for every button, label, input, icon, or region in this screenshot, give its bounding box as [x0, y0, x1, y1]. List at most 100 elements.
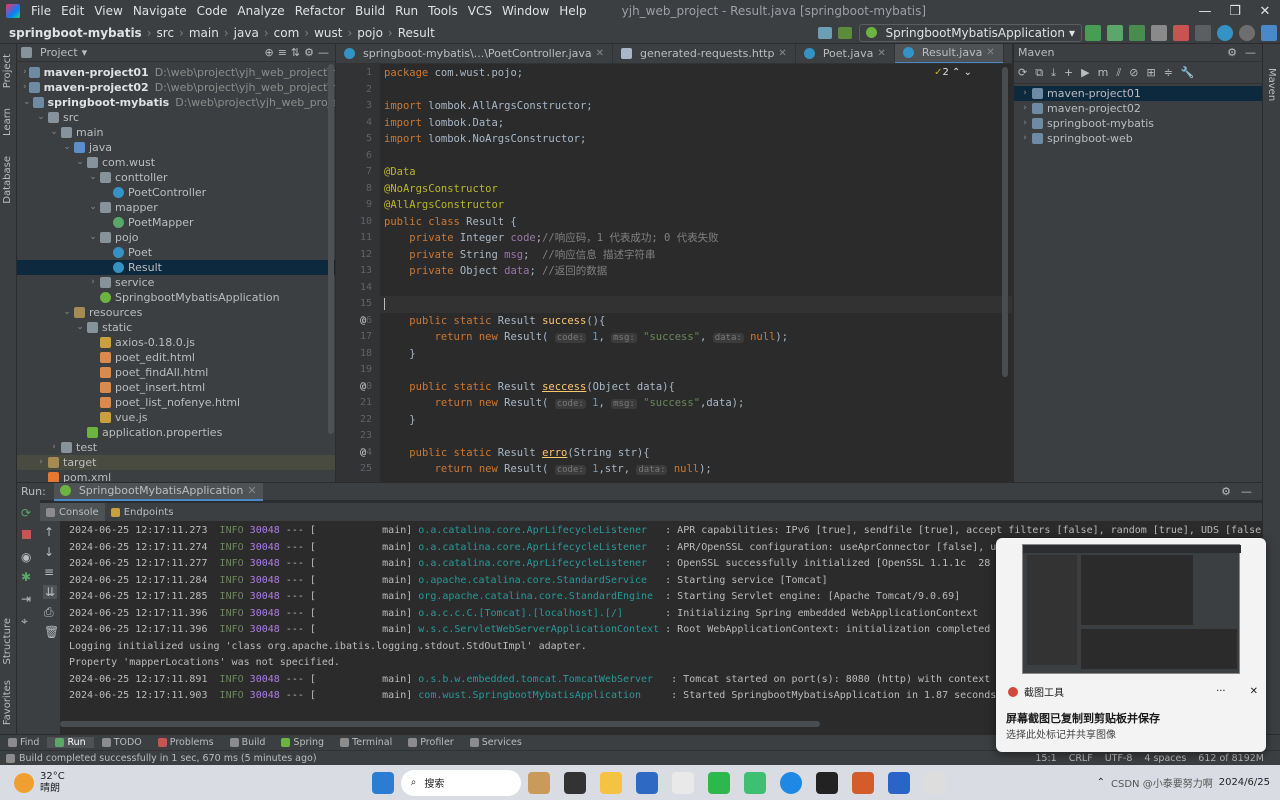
code-line[interactable]: private String msg; //响应信息 描述字符串 [380, 247, 1012, 264]
wrap-icon[interactable]: ≡ [44, 565, 54, 579]
tree-item[interactable]: pom.xml [17, 470, 335, 482]
app-icon[interactable] [527, 771, 550, 794]
print-icon[interactable]: ⎙ [44, 605, 54, 620]
chevron-icon[interactable]: ⌄ [88, 170, 98, 185]
weather-widget[interactable]: 32°C 晴朗 [0, 771, 65, 795]
project-panel-title[interactable]: Project [40, 46, 78, 59]
chevron-icon[interactable]: ⌄ [36, 110, 46, 125]
code-line[interactable]: @NoArgsConstructor [380, 181, 1012, 198]
tree-item[interactable]: PoetController [17, 185, 335, 200]
tool-window-spring[interactable]: Spring [273, 737, 332, 748]
code-line[interactable] [380, 148, 1012, 165]
code-line[interactable]: return new Result( code: 1,str, data: nu… [380, 461, 1012, 478]
chevron-icon[interactable]: ⌄ [75, 320, 85, 335]
stop-icon[interactable] [22, 530, 31, 539]
line-separator[interactable]: CRLF [1063, 753, 1099, 764]
chevron-icon[interactable]: ⌄ [23, 95, 31, 110]
editor-tab[interactable]: PoetMapper.java✕ [1004, 44, 1012, 63]
breadcrumb-item[interactable]: springboot-mybatis [6, 26, 145, 40]
tool-structure[interactable]: Structure [2, 614, 13, 669]
update-icon[interactable] [1217, 24, 1233, 41]
status-message[interactable]: Build completed successfully in 1 sec, 6… [19, 753, 317, 764]
annotation-gutter-icon[interactable]: @ [360, 313, 366, 330]
hide-icon[interactable]: — [1241, 485, 1252, 498]
close-icon[interactable]: ✕ [596, 48, 604, 59]
arrow-down-icon[interactable]: ↓ [44, 545, 54, 559]
editor-tab[interactable]: generated-requests.http ✕ [613, 44, 796, 63]
tree-item[interactable]: › maven-project01 D:\web\project\yjh_web_p… [17, 65, 335, 80]
tree-item[interactable]: ⌄ static [17, 320, 335, 335]
expand-icon[interactable]: ⇅ [291, 46, 300, 59]
stop-icon[interactable] [1173, 24, 1189, 41]
tree-item[interactable]: axios-0.18.0.js [17, 335, 335, 350]
collapse-icon[interactable]: ≑ [1164, 66, 1173, 79]
hide-icon[interactable]: — [318, 46, 329, 59]
code-line[interactable]: import lombok.AllArgsConstructor; [380, 98, 1012, 115]
snipping-tool-icon[interactable] [923, 771, 946, 794]
run-config-selector[interactable]: SpringbootMybatisApplication ▾ [859, 23, 1082, 42]
code-line[interactable]: public class Result { [380, 214, 1012, 231]
breadcrumb-item[interactable]: pojo [354, 26, 386, 40]
run-icon[interactable]: ▶ [1081, 66, 1089, 79]
tree-item[interactable]: poet_insert.html [17, 380, 335, 395]
tree-item[interactable]: ⌄ main [17, 125, 335, 140]
chevron-right-icon[interactable]: › [1020, 131, 1030, 146]
tree-item[interactable]: › target [17, 455, 335, 470]
project-scrollbar[interactable] [328, 64, 334, 434]
ide-logo-icon[interactable] [1261, 24, 1277, 41]
menu-vcs[interactable]: VCS [463, 0, 497, 22]
close-icon[interactable]: ✕ [778, 48, 786, 59]
tool-window-find[interactable]: Find [0, 737, 47, 748]
tool-window-run[interactable]: Run [47, 737, 94, 748]
reload-icon[interactable]: ⟳ [1018, 66, 1027, 79]
code-line[interactable]: public static Result erro(String str){ [380, 445, 1012, 462]
exit-icon[interactable]: ⇥ [21, 592, 31, 606]
tool-window-terminal[interactable]: Terminal [332, 737, 400, 748]
editor-tab[interactable]: springboot-mybatis\...\PoetController.ja… [336, 44, 614, 63]
code-line[interactable]: private Object data; //返回的数据 [380, 263, 1012, 280]
menu-navigate[interactable]: Navigate [128, 0, 192, 22]
store-icon[interactable] [635, 771, 658, 794]
tree-item[interactable]: ⌄ mapper [17, 200, 335, 215]
run-icon[interactable] [1085, 24, 1101, 41]
hide-icon[interactable]: — [1245, 46, 1256, 59]
chevron-up-icon[interactable]: ⌃ [1097, 777, 1105, 788]
console-h-scrollbar[interactable] [60, 721, 820, 727]
close-icon[interactable]: ✕ [986, 47, 994, 58]
annotation-gutter-icon[interactable]: @ [360, 445, 366, 462]
debug-icon[interactable]: ✱ [21, 570, 31, 584]
clock-date[interactable]: 2024/6/25 [1219, 777, 1270, 788]
rerun-icon[interactable]: ⟳ [21, 506, 31, 520]
chevron-icon[interactable]: › [23, 65, 27, 80]
skip-tests-icon[interactable]: ⊘ [1129, 66, 1138, 79]
code-line[interactable] [380, 428, 1012, 445]
tool-window-build[interactable]: Build [222, 737, 274, 748]
tree-item[interactable]: poet_edit.html [17, 350, 335, 365]
app-icon[interactable] [743, 771, 766, 794]
wechat-icon[interactable] [707, 771, 730, 794]
debug-icon[interactable] [1107, 24, 1123, 41]
annotation-gutter-icon[interactable]: @ [360, 379, 366, 396]
maven-project-item[interactable]: › maven-project01 [1014, 86, 1262, 101]
camera-icon[interactable]: ◉ [21, 550, 31, 564]
tree-item[interactable]: ⌄ resources [17, 305, 335, 320]
tool-window-todo[interactable]: TODO [94, 737, 150, 748]
tool-window-profiler[interactable]: Profiler [400, 737, 461, 748]
breadcrumb-item[interactable]: com [271, 26, 303, 40]
code-line[interactable]: @AllArgsConstructor [380, 197, 1012, 214]
chevron-icon[interactable]: ⌄ [75, 155, 85, 170]
close-notification-button[interactable]: ✕ [1250, 686, 1258, 697]
code-line[interactable]: } [380, 412, 1012, 429]
edge-icon[interactable] [779, 771, 802, 794]
screenshot-thumbnail[interactable] [1022, 544, 1241, 674]
word-icon[interactable] [887, 771, 910, 794]
chevron-right-icon[interactable]: › [1020, 86, 1030, 101]
tree-item[interactable]: ⌄ conttoller [17, 170, 335, 185]
download-icon[interactable]: ⤓ [1051, 66, 1056, 80]
app-icon[interactable] [671, 771, 694, 794]
editor-tab[interactable]: Poet.java ✕ [796, 44, 895, 63]
tree-item[interactable]: › test [17, 440, 335, 455]
screenshot-notification[interactable]: 截图工具 ··· ✕ 屏幕截图已复制到剪贴板并保存 选择此处标记并共享图像 [996, 538, 1266, 752]
code-editor[interactable]: package com.wust.pojo; import lombok.AllA… [380, 64, 1012, 482]
add-icon[interactable]: + [1064, 66, 1073, 79]
